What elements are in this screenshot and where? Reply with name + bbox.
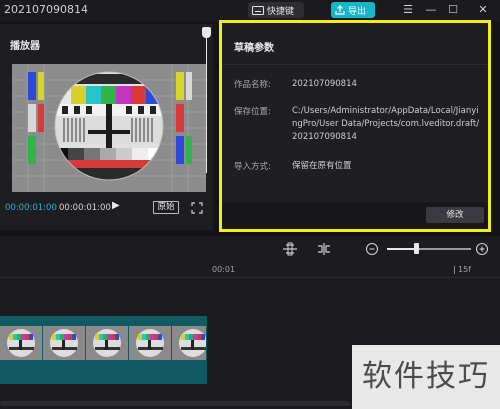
draft-params-panel: 草稿参数 作品名称: 202107090814 保存位置: C:/Users/A…: [219, 20, 491, 232]
ruler-tick-label: 15f: [458, 265, 471, 274]
shortcut-button[interactable]: 快捷键: [248, 2, 304, 18]
video-track[interactable]: [0, 316, 207, 384]
ruler-tick-mark: [454, 266, 455, 274]
timeline-scrollbar[interactable]: [0, 401, 350, 406]
divider: [222, 64, 488, 65]
save-location-label: 保存位置:: [234, 107, 271, 117]
maximize-icon[interactable]: ☐: [444, 2, 462, 18]
zoom-out-icon[interactable]: [364, 242, 380, 256]
clip-thumbnail: [43, 326, 86, 360]
split-icon[interactable]: [316, 242, 332, 256]
draft-params-title: 草稿参数: [234, 43, 274, 54]
project-name-label: 作品名称:: [234, 80, 271, 90]
watermark-text: 软件技巧: [352, 345, 500, 409]
minimize-icon[interactable]: —: [422, 2, 440, 18]
player-panel: 播放器 00:00:01:00 00:00:01:00 ▶ 原始: [0, 24, 213, 230]
project-name: 202107090814: [4, 3, 88, 16]
menu-icon[interactable]: ☰: [399, 2, 417, 18]
zoom-slider[interactable]: [387, 243, 471, 254]
save-location-value: C:/Users/Administrator/AppData/Local/Jia…: [292, 106, 480, 142]
export-label: 导出: [348, 6, 367, 17]
zoom-slider-fill: [387, 248, 416, 250]
project-name-value: 202107090814: [292, 79, 357, 89]
clip-thumbnail: [129, 326, 172, 360]
player-title: 播放器: [10, 41, 40, 52]
aspect-ratio-button[interactable]: 原始: [153, 201, 179, 214]
timeline-toolbar: [0, 236, 500, 262]
playhead-line[interactable]: [206, 36, 207, 173]
video-clip[interactable]: [0, 326, 207, 360]
video-preview[interactable]: [12, 64, 206, 192]
play-icon[interactable]: ▶: [112, 200, 124, 214]
edit-button[interactable]: 修改: [426, 207, 484, 223]
clip-thumbnail: [86, 326, 129, 360]
zoom-in-icon[interactable]: [474, 242, 490, 256]
export-icon: [335, 5, 345, 15]
import-mode-label: 导入方式:: [234, 162, 271, 172]
close-icon[interactable]: ✕: [474, 2, 492, 18]
clip-thumbnail: [0, 326, 43, 360]
shortcut-label: 快捷键: [267, 6, 295, 17]
ruler-tick-label: 00:01: [212, 265, 236, 274]
total-time: 00:00:01:00: [59, 203, 111, 213]
timeline-ruler[interactable]: 00:01 15f: [0, 262, 500, 278]
title-bar: 202107090814 快捷键 导出 ☰ — ☐ ✕: [0, 0, 500, 21]
fullscreen-icon[interactable]: [191, 202, 203, 214]
snap-icon[interactable]: [282, 242, 298, 256]
export-button[interactable]: 导出: [331, 2, 375, 18]
import-mode-value: 保留在原有位置: [292, 161, 352, 171]
zoom-slider-knob[interactable]: [414, 243, 419, 254]
clip-thumbnail: [172, 326, 207, 360]
keyboard-icon: [252, 5, 264, 15]
current-time: 00:00:01:00: [5, 203, 57, 213]
test-pattern-image: [12, 64, 206, 192]
